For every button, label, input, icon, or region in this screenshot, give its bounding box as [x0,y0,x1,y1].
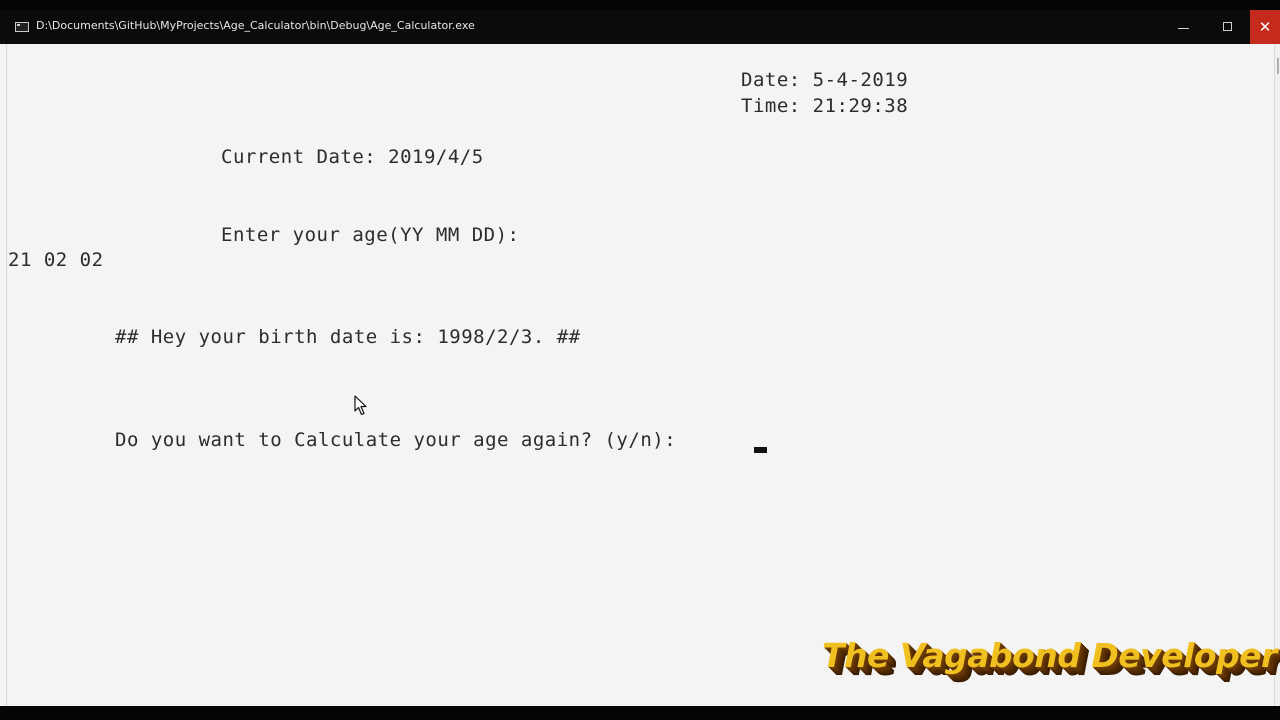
console-output-area[interactable] [6,44,1275,706]
scrollbar-thumb[interactable] [1277,58,1279,74]
text-cursor [754,447,767,453]
time-line: Time: 21:29:38 [741,95,909,117]
calculate-again-prompt: Do you want to Calculate your age again?… [115,429,677,451]
watermark-logo: The Vagabond Developer [822,636,1277,675]
console-app-icon[interactable] [15,22,29,32]
bottom-border [0,706,1280,720]
close-icon: ✕ [1258,18,1272,36]
top-border [0,0,1280,10]
close-button[interactable]: ✕ [1250,10,1280,44]
mouse-pointer-icon [354,395,367,416]
maximize-icon [1223,22,1232,31]
birth-date-result: ## Hey your birth date is: 1998/2/3. ## [115,326,581,348]
minimize-icon [1178,28,1189,29]
maximize-button[interactable] [1206,10,1250,44]
title-bar[interactable]: D:\Documents\GitHub\MyProjects\Age_Calcu… [0,10,1280,44]
minimize-button[interactable] [1162,10,1206,44]
enter-age-prompt: Enter your age(YY MM DD): [221,224,520,246]
user-age-input: 21 02 02 [8,249,104,271]
scrollbar[interactable] [1274,44,1280,706]
console-window: D:\Documents\GitHub\MyProjects\Age_Calcu… [0,0,1280,720]
date-line: Date: 5-4-2019 [741,69,909,91]
window-title: D:\Documents\GitHub\MyProjects\Age_Calcu… [36,19,475,32]
current-date-line: Current Date: 2019/4/5 [221,146,484,168]
